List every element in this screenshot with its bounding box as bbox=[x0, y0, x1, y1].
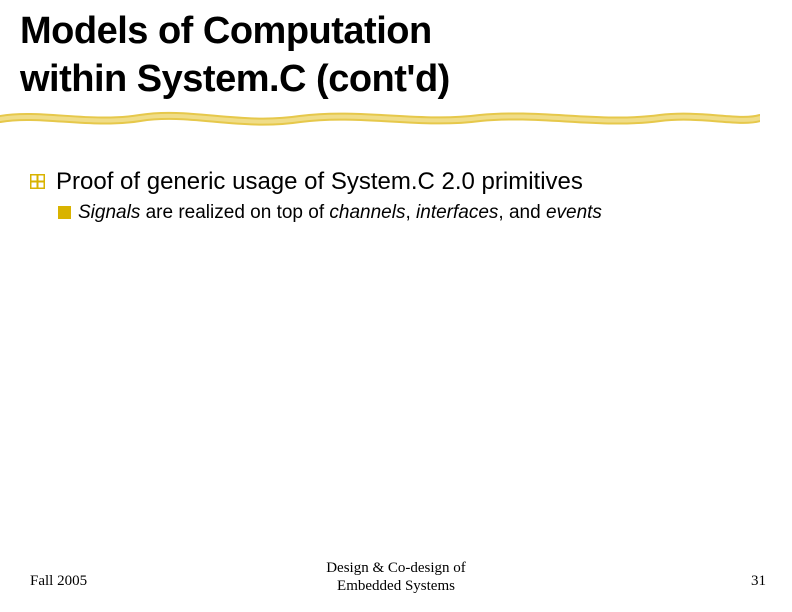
l2-t3: , and bbox=[498, 202, 546, 223]
content-area: Proof of generic usage of System.C 2.0 p… bbox=[30, 168, 760, 224]
footer-center: Design & Co-design of Embedded Systems bbox=[0, 559, 792, 597]
title-underline-icon bbox=[0, 106, 760, 132]
l2-italic-4: events bbox=[546, 202, 602, 223]
l1-text: Proof of generic usage of System.C 2.0 p… bbox=[56, 168, 583, 195]
l2-italic-2: channels bbox=[329, 202, 405, 223]
footer-center-l2: Embedded Systems bbox=[337, 578, 455, 594]
square-bullet-icon bbox=[58, 206, 71, 219]
l2-italic-1: Signals bbox=[78, 202, 140, 223]
title-line-1: Models of Computation bbox=[20, 10, 432, 52]
title-block: Models of Computation within System.C (c… bbox=[20, 8, 450, 103]
window-bullet-icon bbox=[30, 174, 45, 189]
slide: Models of Computation within System.C (c… bbox=[0, 0, 792, 612]
title-line-2: within System.C (cont'd) bbox=[20, 58, 450, 100]
bullet-level-1: Proof of generic usage of System.C 2.0 p… bbox=[30, 168, 760, 196]
l2-italic-3: interfaces bbox=[416, 202, 498, 223]
footer-center-l1: Design & Co-design of bbox=[326, 560, 466, 576]
footer-right: 31 bbox=[751, 573, 766, 590]
l2-t2: , bbox=[405, 202, 416, 223]
bullet-level-2: Signals are realized on top of channels,… bbox=[30, 202, 760, 224]
page-title: Models of Computation within System.C (c… bbox=[20, 8, 450, 103]
l2-t1: are realized on top of bbox=[140, 202, 329, 223]
l2-text: Signals are realized on top of channels,… bbox=[78, 202, 602, 223]
